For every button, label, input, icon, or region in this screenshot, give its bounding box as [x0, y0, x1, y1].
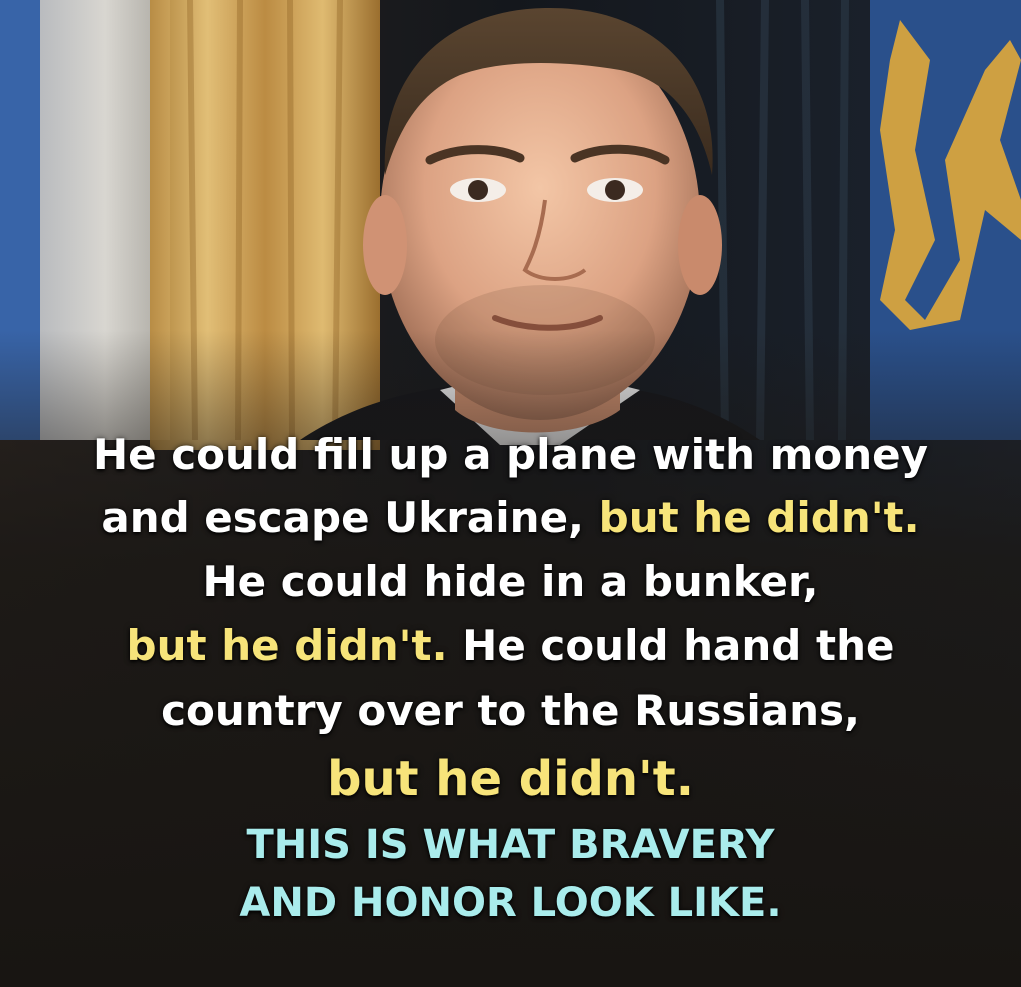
poster: He could fill up a plane with money and … [0, 0, 1021, 987]
caption-line-4-white: He could hand the [447, 621, 895, 670]
caption-line-6-highlight: but he didn't. [327, 751, 694, 807]
caption-line-4: but he didn't. He could hand the [0, 614, 1021, 678]
tagline-line-2: AND HONOR LOOK LIKE. [239, 880, 782, 926]
caption-line-2-white: and escape Ukraine, [101, 493, 599, 542]
caption-line-2-highlight: but he didn't. [598, 493, 920, 542]
caption-block: He could fill up a plane with money and … [0, 424, 1021, 932]
caption-line-1: He could fill up a plane with money [92, 430, 929, 479]
caption-line-2: and escape Ukraine, but he didn't. [0, 486, 1021, 550]
caption-line-3: He could hide in a bunker, [202, 557, 819, 606]
caption-line-5: country over to the Russians, [161, 686, 860, 735]
caption-line-4-highlight: but he didn't. [126, 621, 448, 670]
tagline-line-1: THIS IS WHAT BRAVERY [246, 822, 775, 868]
